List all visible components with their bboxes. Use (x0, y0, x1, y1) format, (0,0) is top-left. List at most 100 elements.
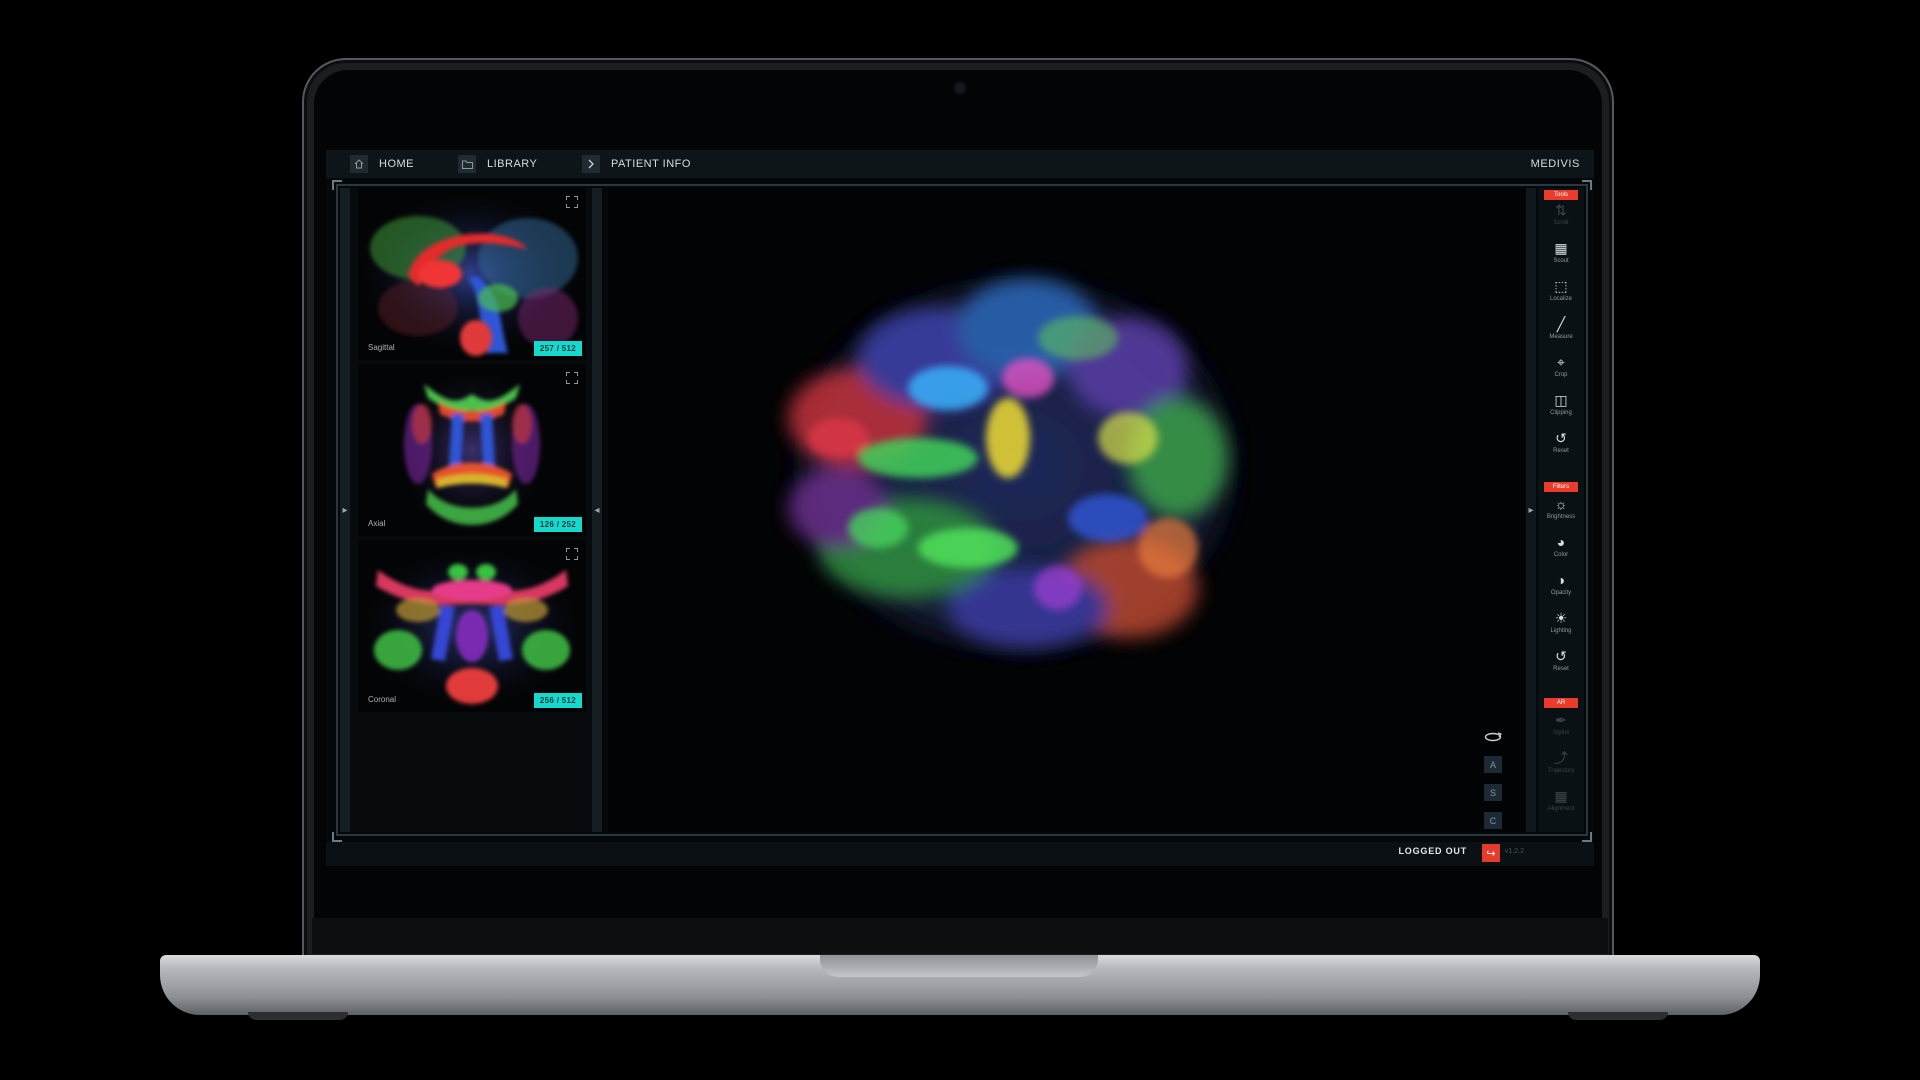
breadcrumb-library[interactable]: LIBRARY (458, 150, 537, 178)
tools-section-header: Tools (1544, 190, 1578, 200)
ar-section-header: AR (1544, 698, 1578, 708)
slice-index-badge: 256 / 512 (533, 693, 582, 708)
tool-label: Trajectory (1547, 768, 1575, 774)
tool-label: Brightness (1546, 514, 1576, 520)
collapse-toolbar-handle[interactable]: ▸ (1526, 188, 1536, 832)
slice-panel: ▸ ◂ Sagittal 257 / 512 Axial 126 / 252 C… (340, 188, 602, 832)
trajectory-icon: ⤴ (1554, 750, 1568, 766)
collapse-left-handle[interactable]: ▸ (340, 188, 350, 832)
logout-icon: ↪ (1486, 847, 1496, 860)
orientation-axial-button[interactable]: A (1484, 756, 1502, 773)
sagittal-image (358, 188, 586, 359)
ar-stylus[interactable]: ✒ Stylus (1541, 712, 1581, 744)
ar-alignment[interactable]: ▦ Alignment (1541, 788, 1581, 820)
breadcrumb-patient-info-label: PATIENT INFO (611, 158, 691, 170)
view-label: Axial (368, 519, 386, 528)
brain-3d-render (771, 256, 1262, 675)
expand-icon[interactable] (566, 196, 578, 208)
laptop-chin (312, 918, 1608, 954)
tool-localize[interactable]: ⬚ Localize (1541, 278, 1581, 310)
tool-label: Localize (1549, 296, 1572, 302)
clipping-icon: ◫ (1554, 392, 1568, 408)
tool-reset[interactable]: ↺ Reset (1541, 430, 1581, 462)
axial-view[interactable]: Axial 126 / 252 (358, 364, 586, 536)
view-label: Sagittal (368, 343, 395, 352)
laptop-foot-left (248, 1012, 348, 1020)
status-bar: LOGGED OUT ↪ v1.2.2 (326, 842, 1594, 866)
tool-label: Crop (1554, 372, 1568, 378)
camera (955, 83, 965, 93)
sagittal-view[interactable]: Sagittal 257 / 512 (358, 188, 586, 360)
scroll-icon: ⇅ (1555, 202, 1567, 218)
slice-index-badge: 126 / 252 (533, 517, 582, 532)
expand-icon[interactable] (566, 548, 578, 560)
laptop-notch (820, 955, 1098, 977)
coronal-image (358, 540, 586, 712)
home-icon (350, 155, 368, 173)
version-label: v1.2.2 (1504, 848, 1524, 855)
alignment-icon: ▦ (1554, 788, 1568, 804)
opacity-icon: ◑ (1556, 572, 1566, 588)
expand-icon[interactable] (566, 372, 578, 384)
axial-image (390, 364, 554, 536)
ruler-icon: ╱ (1556, 316, 1566, 332)
sun-icon: ☼ (1554, 496, 1568, 512)
tool-label: Scout (1553, 258, 1569, 264)
top-bar: HOME LIBRARY PATIENT INFO MEDIVIS (326, 150, 1594, 178)
tool-label: Alignment (1547, 806, 1575, 812)
frame-corner (1582, 832, 1592, 842)
scout-grid-icon: ▦ (1554, 240, 1568, 256)
orientation-coronal-button[interactable]: C (1484, 812, 1502, 829)
brand-logo: MEDIVIS (1530, 158, 1580, 170)
tool-label: Opacity (1550, 590, 1572, 596)
reset-icon: ↺ (1555, 648, 1567, 664)
volume-viewport[interactable] (608, 188, 1526, 832)
logout-button[interactable]: ↪ (1482, 844, 1500, 862)
filter-brightness[interactable]: ☼ Brightness (1541, 496, 1581, 528)
tool-scout[interactable]: ▦ Scout (1541, 240, 1581, 272)
tool-crop[interactable]: ⌖ Crop (1541, 354, 1581, 386)
laptop-foot-right (1568, 1012, 1668, 1020)
filter-reset[interactable]: ↺ Reset (1541, 648, 1581, 680)
app-screen: HOME LIBRARY PATIENT INFO MEDIVIS ▸ ◂ Sa… (326, 150, 1594, 866)
tool-label: Scroll (1553, 220, 1569, 226)
tool-clipping[interactable]: ◫ Clipping (1541, 392, 1581, 424)
chevron-right-icon (582, 155, 600, 173)
bulb-icon: ☀ (1554, 610, 1568, 626)
tool-label: Color (1553, 552, 1569, 558)
tool-label: Clipping (1550, 410, 1572, 416)
tool-label: Reset (1553, 448, 1569, 454)
palette-icon: ◕ (1556, 534, 1566, 550)
filter-opacity[interactable]: ◑ Opacity (1541, 572, 1581, 604)
tool-label: Stylus (1552, 730, 1570, 736)
folder-icon (458, 155, 476, 173)
crop-icon: ⌖ (1557, 354, 1565, 370)
breadcrumb-library-label: LIBRARY (487, 158, 538, 170)
view-label: Coronal (368, 695, 397, 704)
slice-index-badge: 257 / 512 (533, 341, 582, 356)
filter-lighting[interactable]: ☀ Lighting (1541, 610, 1581, 642)
ar-trajectory[interactable]: ⤴ Trajectory (1541, 750, 1581, 782)
breadcrumb-home-label: HOME (379, 158, 414, 170)
localize-icon: ⬚ (1554, 278, 1568, 294)
reset-icon: ↺ (1555, 430, 1567, 446)
right-toolbar: Tools ⇅ Scroll ▦ Scout ⬚ Localize ╱ Meas… (1538, 188, 1584, 832)
breadcrumb-patient-info[interactable]: PATIENT INFO (582, 150, 691, 178)
login-status: LOGGED OUT (1398, 846, 1467, 856)
frame-corner (332, 832, 342, 842)
tool-label: Lighting (1550, 628, 1572, 634)
tool-measure[interactable]: ╱ Measure (1541, 316, 1581, 348)
stylus-icon: ✒ (1555, 712, 1567, 728)
rotate-icon[interactable] (1484, 730, 1502, 744)
coronal-view[interactable]: Coronal 256 / 512 (358, 540, 586, 712)
collapse-panel-handle[interactable]: ◂ (592, 188, 602, 832)
orientation-sagittal-button[interactable]: S (1484, 784, 1502, 801)
filter-color[interactable]: ◕ Color (1541, 534, 1581, 566)
chevron-left-icon: ◂ (594, 504, 600, 516)
filters-section-header: Filters (1544, 482, 1578, 492)
chevron-right-icon: ▸ (1528, 504, 1534, 516)
chevron-right-icon: ▸ (342, 504, 348, 516)
tool-label: Measure (1549, 334, 1573, 340)
tool-scroll[interactable]: ⇅ Scroll (1541, 202, 1581, 234)
breadcrumb-home[interactable]: HOME (350, 150, 414, 178)
